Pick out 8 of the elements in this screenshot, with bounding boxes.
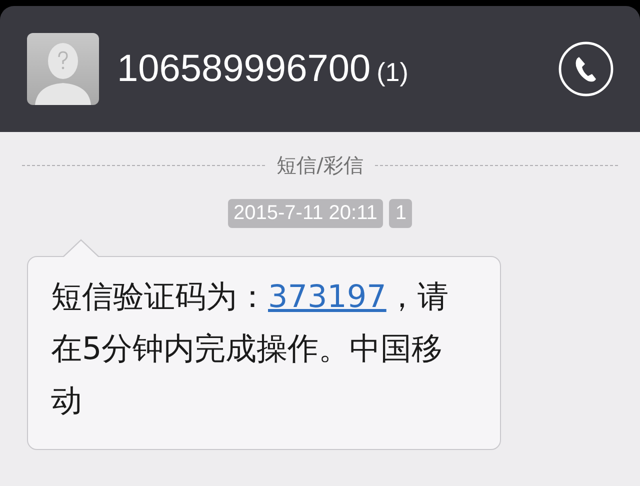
code-link[interactable]: 373197	[268, 279, 386, 315]
timestamp: 2015-7-11 20:11	[228, 199, 384, 228]
sim-badge: 1	[389, 199, 412, 228]
section-label: 短信/彩信	[276, 152, 364, 179]
message-text: 短信验证码为：373197，请在5分钟内完成操作。中国移动	[51, 278, 450, 421]
message-count: (1)	[376, 56, 408, 88]
contact-number: 106589996700	[117, 48, 371, 90]
phone-icon[interactable]	[558, 41, 614, 97]
